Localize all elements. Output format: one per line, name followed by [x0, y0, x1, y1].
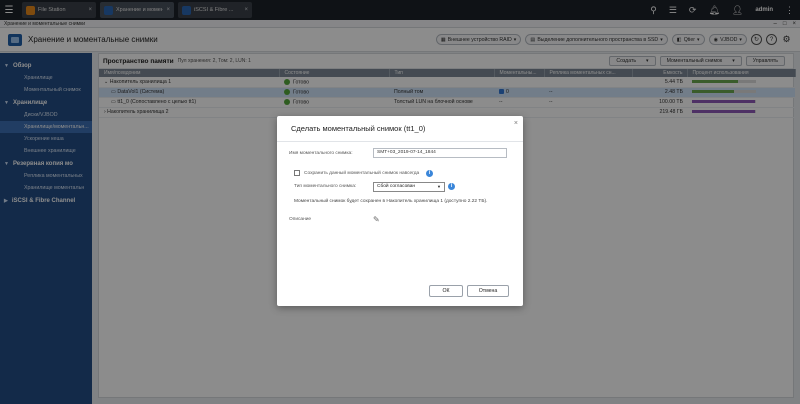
snapshot-type-select[interactable]: Сбой согласован ▼: [373, 182, 445, 192]
storage-note: Моментальный снимок будет сохранен в Нак…: [294, 199, 488, 204]
cancel-button[interactable]: Отмена: [467, 285, 509, 297]
snapshot-name-input[interactable]: SMT+03_2019-07-14_1844: [373, 148, 507, 158]
snapshot-type-label: Тип моментального снимка:: [294, 184, 357, 189]
description-label: Описание: [289, 217, 312, 222]
info-icon[interactable]: i: [448, 183, 455, 190]
ok-button[interactable]: ОК: [429, 285, 463, 297]
snapshot-name-label: Имя моментального снимка:: [289, 151, 353, 156]
keep-forever-label[interactable]: Сохранить данный моментальный снимок нав…: [304, 171, 419, 176]
dialog-title: Сделать моментальный снимок (tt1_0): [291, 124, 426, 133]
keep-forever-checkbox[interactable]: [294, 170, 300, 176]
chevron-down-icon: ▼: [437, 184, 441, 189]
select-value: Сбой согласован: [377, 184, 416, 189]
divider: [277, 141, 523, 142]
info-icon[interactable]: i: [426, 170, 433, 177]
close-icon[interactable]: ×: [514, 120, 518, 127]
edit-icon[interactable]: ✎: [373, 216, 381, 224]
snapshot-dialog: Сделать моментальный снимок (tt1_0) × Им…: [277, 116, 523, 306]
